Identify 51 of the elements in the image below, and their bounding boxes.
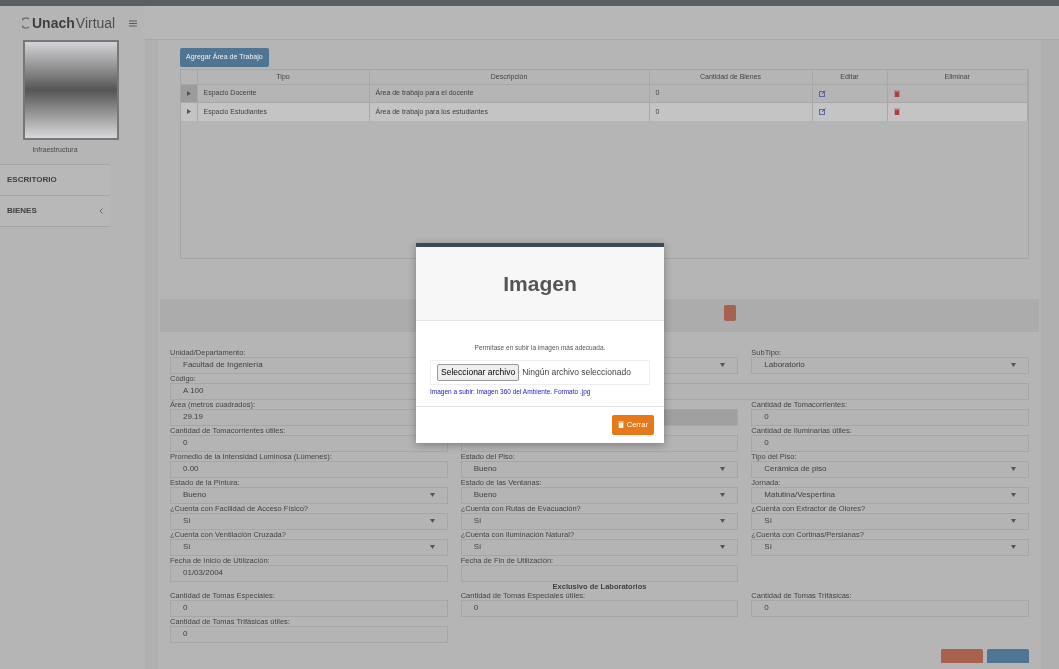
- caret-icon: [1010, 467, 1016, 471]
- input-field[interactable]: 0: [751, 599, 1029, 617]
- input-field[interactable]: 0: [170, 625, 448, 643]
- caret-icon: [720, 545, 726, 549]
- expand-icon[interactable]: [186, 109, 191, 115]
- caret-icon: [1010, 545, 1016, 549]
- input-field[interactable]: 0: [751, 408, 1029, 426]
- caret-icon: [720, 363, 726, 367]
- select-field[interactable]: Sí: [170, 512, 448, 530]
- caret-icon: [429, 519, 435, 523]
- caret-icon: [720, 519, 726, 523]
- select-field[interactable]: Sí: [460, 512, 739, 530]
- input-field[interactable]: 0.00: [170, 460, 448, 478]
- action-button[interactable]: [723, 304, 736, 321]
- select-field[interactable]: Sí: [170, 538, 448, 556]
- caret-icon: [1010, 519, 1016, 523]
- select-field[interactable]: Sí: [751, 538, 1029, 556]
- input-field[interactable]: 0: [751, 434, 1029, 452]
- file-status: Ningún archivo seleccionado: [522, 365, 631, 379]
- trash-icon[interactable]: [893, 89, 900, 97]
- file-input[interactable]: Seleccionar archivo Ningún archivo seleccionado: [430, 359, 650, 385]
- trash-icon[interactable]: [893, 108, 900, 116]
- caret-icon: [720, 467, 726, 471]
- select-field[interactable]: Bueno: [460, 460, 739, 478]
- caret-icon: [1010, 363, 1016, 367]
- select-field[interactable]: Bueno: [170, 486, 448, 504]
- caret-icon: [429, 493, 435, 497]
- select-field[interactable]: Cerámica de piso: [751, 460, 1029, 478]
- edit-icon[interactable]: [818, 89, 826, 97]
- action-button[interactable]: [941, 648, 983, 663]
- select-field[interactable]: Laboratorio: [751, 356, 1029, 374]
- expand-icon[interactable]: [186, 90, 191, 96]
- select-field[interactable]: Sí: [751, 512, 1029, 530]
- caret-icon: [429, 545, 435, 549]
- select-field[interactable]: Bueno: [460, 486, 739, 504]
- action-button[interactable]: [987, 648, 1029, 663]
- logo: UnachVirtual: [22, 12, 116, 34]
- trash-icon: [617, 421, 624, 429]
- caret-icon: [1010, 493, 1016, 497]
- select-field[interactable]: Sí: [460, 538, 739, 556]
- chevron-icon: [99, 207, 103, 214]
- input-field[interactable]: 0: [170, 434, 448, 452]
- input-field[interactable]: 0: [170, 599, 448, 617]
- choose-file-button[interactable]: Seleccionar archivo: [437, 363, 520, 381]
- edit-icon[interactable]: [818, 108, 826, 116]
- menu-icon[interactable]: [129, 19, 138, 27]
- modal-title: Imagen: [503, 270, 577, 297]
- select-field[interactable]: Matutina/Vespertina: [751, 486, 1029, 504]
- caret-icon: [720, 493, 726, 497]
- input-field[interactable]: 0: [460, 599, 739, 617]
- input-field[interactable]: 01/03/2004: [170, 564, 448, 582]
